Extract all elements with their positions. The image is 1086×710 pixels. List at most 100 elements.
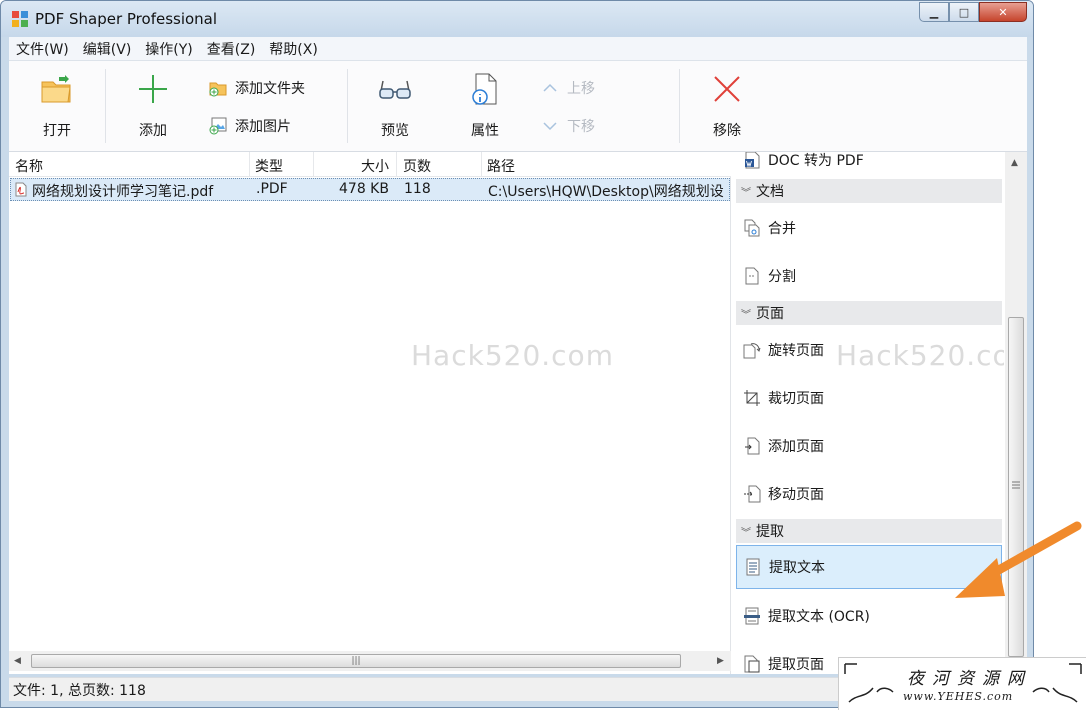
scroll-right-icon[interactable]: ▶ xyxy=(717,656,724,666)
grip-icon xyxy=(1012,481,1020,489)
horizontal-scroll-thumb[interactable]: ||| xyxy=(31,654,681,668)
file-path: C:\Users\HQW\Desktop\网络规划设 xyxy=(488,184,724,200)
split-document-icon xyxy=(736,267,768,285)
column-divider[interactable] xyxy=(249,152,250,177)
close-button[interactable]: ✕ xyxy=(979,2,1027,22)
section-title: 提取 xyxy=(756,524,784,540)
plus-icon xyxy=(123,71,183,107)
preview-button[interactable]: 预览 xyxy=(365,71,425,140)
watermark-text: Hack520.com xyxy=(836,339,1004,372)
task-label: 移动页面 xyxy=(768,487,824,503)
column-size[interactable]: 大小 xyxy=(361,156,389,176)
menu-bar: 文件(W) 编辑(V) 操作(Y) 查看(Z) 帮助(X) xyxy=(9,37,1027,61)
toolbar: 打开 添加 添加文件夹 添加图片 预览 属性 上移 下移 移除 xyxy=(9,61,1027,152)
file-list[interactable]: 名称 类型 大小 页数 路径 网络规划设计师学习笔记.pdf .PDF 478 … xyxy=(9,152,731,674)
app-logo-icon xyxy=(12,11,28,27)
collapse-chevron-icon: ︾ xyxy=(741,527,751,539)
remove-x-icon xyxy=(697,71,757,107)
task-label: 提取文本 (OCR) xyxy=(768,609,870,625)
chevron-up-icon xyxy=(539,78,561,98)
add-image-icon xyxy=(207,116,229,136)
menu-file[interactable]: 文件(W) xyxy=(9,39,76,59)
column-type[interactable]: 类型 xyxy=(255,156,283,176)
task-crop-pages[interactable]: 裁切页面 xyxy=(736,376,1002,420)
column-path[interactable]: 路径 xyxy=(487,156,515,176)
text-document-icon xyxy=(737,558,769,576)
file-size: 478 KB xyxy=(339,181,389,197)
column-divider[interactable] xyxy=(481,152,482,177)
maximize-button[interactable]: □ xyxy=(949,2,979,22)
move-up-label: 上移 xyxy=(567,81,595,97)
scroll-up-icon[interactable]: ▲ xyxy=(1011,158,1018,168)
file-type: .PDF xyxy=(256,181,288,197)
task-label: 提取页面 xyxy=(768,657,824,673)
task-move-pages[interactable]: 移动页面 xyxy=(736,472,1002,516)
move-up-button[interactable]: 上移 xyxy=(539,78,595,98)
column-pages[interactable]: 页数 xyxy=(403,156,431,176)
glasses-icon xyxy=(365,71,425,107)
title-bar[interactable]: PDF Shaper Professional ▁ □ ✕ xyxy=(1,1,1033,37)
remove-button[interactable]: 移除 xyxy=(697,71,757,140)
watermark-text: Hack520.com xyxy=(411,339,614,372)
task-label: 提取文本 xyxy=(769,560,825,576)
remove-label: 移除 xyxy=(713,123,741,139)
extract-page-icon xyxy=(736,655,768,673)
task-label: 合并 xyxy=(768,221,796,237)
collapse-chevron-icon: ︾ xyxy=(741,187,751,199)
info-document-icon xyxy=(455,71,515,107)
column-divider[interactable] xyxy=(396,152,397,177)
column-divider[interactable] xyxy=(313,152,314,177)
scroll-left-icon[interactable]: ◀ xyxy=(14,656,21,666)
add-image-button[interactable]: 添加图片 xyxy=(207,116,291,136)
section-pages[interactable]: ︾ 页面 xyxy=(736,301,1002,325)
task-split[interactable]: 分割 xyxy=(736,254,1002,298)
file-row[interactable]: 网络规划设计师学习笔记.pdf .PDF 478 KB 118 C:\Users… xyxy=(10,178,730,201)
section-document[interactable]: ︾ 文档 xyxy=(736,179,1002,203)
menu-help[interactable]: 帮助(X) xyxy=(262,39,325,59)
merge-documents-icon xyxy=(736,219,768,237)
chevron-down-icon xyxy=(539,116,561,136)
move-page-icon xyxy=(736,485,768,503)
add-label: 添加 xyxy=(139,123,167,139)
stamp-url: www.YEHES.com xyxy=(903,690,1014,703)
toolbar-divider xyxy=(679,69,680,143)
annotation-arrow-icon xyxy=(955,521,1082,598)
task-doc-to-pdf[interactable]: DOC 转为 PDF xyxy=(736,152,1002,182)
minimize-button[interactable]: ▁ xyxy=(919,2,949,22)
properties-label: 属性 xyxy=(471,123,499,139)
add-button[interactable]: 添加 xyxy=(123,71,183,140)
collapse-chevron-icon: ︾ xyxy=(741,309,751,321)
task-label: 旋转页面 xyxy=(768,343,824,359)
task-label: 分割 xyxy=(768,269,796,285)
task-label: 添加页面 xyxy=(768,439,824,455)
task-add-pages[interactable]: 添加页面 xyxy=(736,424,1002,468)
task-merge[interactable]: 合并 xyxy=(736,206,1002,250)
file-list-header: 名称 类型 大小 页数 路径 xyxy=(9,152,731,177)
menu-edit[interactable]: 编辑(V) xyxy=(76,39,139,59)
open-button[interactable]: 打开 xyxy=(27,71,87,140)
preview-label: 预览 xyxy=(381,123,409,139)
pdf-file-icon xyxy=(15,182,27,201)
window-title: PDF Shaper Professional xyxy=(35,10,218,28)
add-image-label: 添加图片 xyxy=(235,119,291,135)
task-label: 裁切页面 xyxy=(768,391,824,407)
menu-view[interactable]: 查看(Z) xyxy=(200,39,263,59)
menu-action[interactable]: 操作(Y) xyxy=(138,39,199,59)
toolbar-divider xyxy=(347,69,348,143)
rotate-page-icon xyxy=(736,341,768,359)
file-name: 网络规划设计师学习笔记.pdf xyxy=(32,184,214,200)
task-label: DOC 转为 PDF xyxy=(768,153,864,169)
ornament-icon xyxy=(1032,663,1082,703)
add-page-icon xyxy=(736,437,768,455)
crop-icon xyxy=(736,389,768,407)
move-down-button[interactable]: 下移 xyxy=(539,116,595,136)
column-name[interactable]: 名称 xyxy=(15,156,43,176)
section-title: 页面 xyxy=(756,306,784,322)
add-folder-button[interactable]: 添加文件夹 xyxy=(207,78,305,98)
horizontal-scrollbar[interactable]: ◀ ||| ▶ xyxy=(9,651,731,671)
ocr-scanner-icon xyxy=(736,607,768,625)
word-document-icon xyxy=(736,152,768,169)
properties-button[interactable]: 属性 xyxy=(455,71,515,140)
content-area: 名称 类型 大小 页数 路径 网络规划设计师学习笔记.pdf .PDF 478 … xyxy=(9,152,1027,674)
file-pages: 118 xyxy=(404,181,431,197)
